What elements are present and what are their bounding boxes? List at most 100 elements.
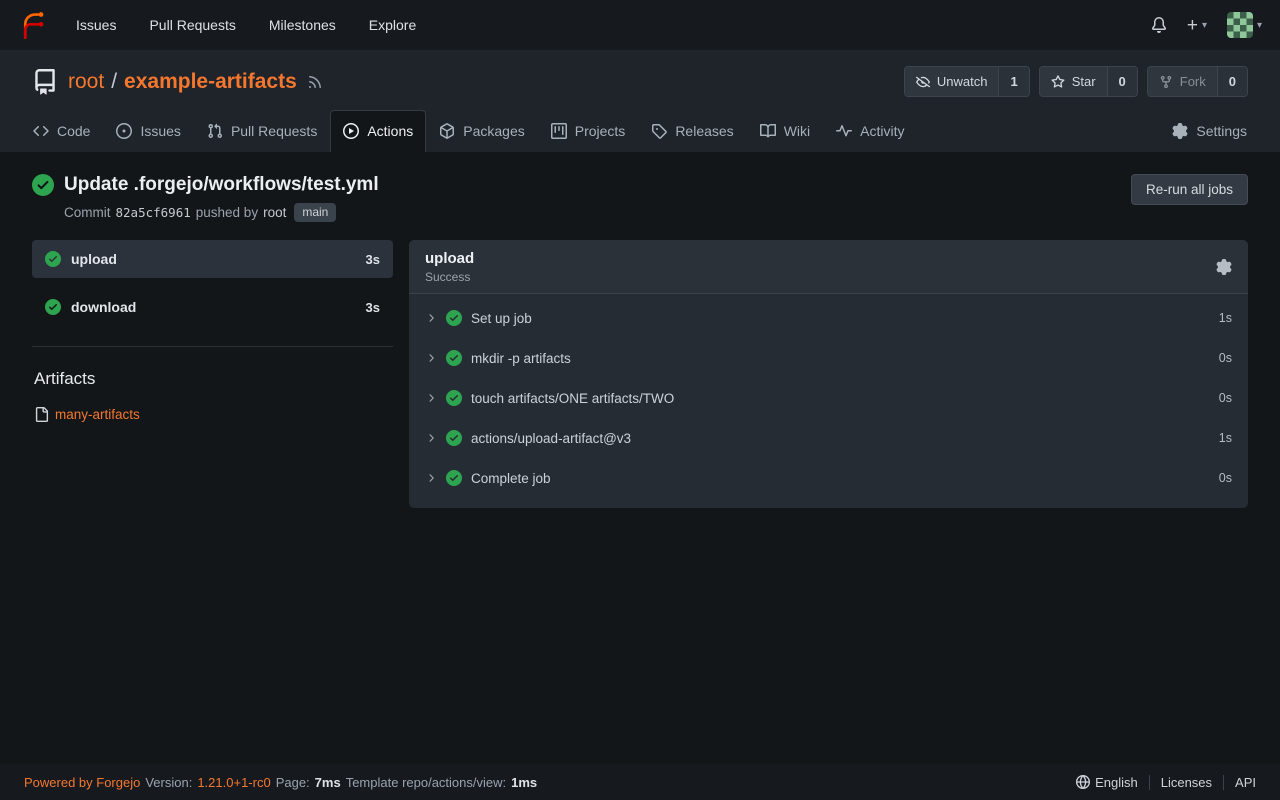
api-link[interactable]: API <box>1223 775 1256 790</box>
tab-label: Pull Requests <box>231 123 317 139</box>
tab-pull-requests[interactable]: Pull Requests <box>194 110 330 152</box>
chevron-right-icon <box>425 312 437 324</box>
stars-count[interactable]: 0 <box>1107 67 1137 96</box>
star-icon <box>1051 75 1065 89</box>
job-item-download[interactable]: download 3s <box>32 288 393 326</box>
fork-button-group: Fork 0 <box>1147 66 1248 97</box>
tab-label: Settings <box>1196 123 1247 139</box>
footer-left: Powered by Forgejo Version: 1.21.0+1-rc0… <box>24 775 537 790</box>
job-name: upload <box>71 251 117 267</box>
language-selector[interactable]: English <box>1065 775 1149 790</box>
step-name: Set up job <box>471 311 532 326</box>
tab-code[interactable]: Code <box>20 110 103 152</box>
tab-label: Code <box>57 123 90 139</box>
tab-label: Packages <box>463 123 524 139</box>
footer-right: English Licenses API <box>1065 775 1256 790</box>
branch-badge[interactable]: main <box>294 203 336 222</box>
pushed-by-label: pushed by <box>196 205 258 220</box>
step-row-touch[interactable]: touch artifacts/ONE artifacts/TWO 0s <box>409 378 1248 418</box>
tab-issues[interactable]: Issues <box>103 110 193 152</box>
commit-sha-link[interactable]: 82a5cf6961 <box>116 205 191 220</box>
user-menu[interactable]: ▾ <box>1227 12 1262 38</box>
step-name: actions/upload-artifact@v3 <box>471 431 631 446</box>
repo-name-link[interactable]: example-artifacts <box>124 70 297 94</box>
plus-icon: + <box>1187 16 1198 35</box>
fork-button[interactable]: Fork <box>1148 67 1217 96</box>
play-circle-icon <box>343 123 359 139</box>
success-check-icon <box>446 430 462 446</box>
step-duration: 1s <box>1219 311 1232 325</box>
step-row-setup-job[interactable]: Set up job 1s <box>409 298 1248 338</box>
version-link[interactable]: 1.21.0+1-rc0 <box>197 775 270 790</box>
licenses-link[interactable]: Licenses <box>1149 775 1223 790</box>
avatar <box>1227 12 1253 38</box>
issue-icon <box>116 123 132 139</box>
powered-by-link[interactable]: Powered by Forgejo <box>24 775 140 790</box>
fork-label: Fork <box>1180 74 1206 89</box>
version-label: Version: <box>145 775 192 790</box>
star-button[interactable]: Star <box>1040 67 1107 96</box>
tab-label: Actions <box>367 123 413 139</box>
forgejo-logo[interactable] <box>18 10 48 40</box>
forgejo-logo-icon <box>18 10 48 40</box>
job-sidebar: upload 3s download 3s Artifacts many-art… <box>32 240 393 422</box>
breadcrumb-separator: / <box>111 70 117 94</box>
rerun-all-jobs-button[interactable]: Re-run all jobs <box>1131 174 1248 205</box>
success-check-icon <box>446 350 462 366</box>
unwatch-button[interactable]: Unwatch <box>905 67 999 96</box>
tab-activity[interactable]: Activity <box>823 110 917 152</box>
tab-actions[interactable]: Actions <box>330 110 426 152</box>
rss-feed-button[interactable] <box>307 74 323 90</box>
job-name: download <box>71 299 136 315</box>
pusher-link[interactable]: root <box>263 205 286 220</box>
bell-icon <box>1151 17 1167 33</box>
chevron-down-icon: ▾ <box>1257 20 1262 31</box>
watch-button-group: Unwatch 1 <box>904 66 1030 97</box>
step-row-upload-artifact[interactable]: actions/upload-artifact@v3 1s <box>409 418 1248 458</box>
step-row-complete-job[interactable]: Complete job 0s <box>409 458 1248 498</box>
create-new-button[interactable]: + ▾ <box>1187 16 1207 35</box>
tab-releases[interactable]: Releases <box>638 110 746 152</box>
pull-request-icon <box>207 123 223 139</box>
pulse-icon <box>836 123 852 139</box>
chevron-right-icon <box>425 392 437 404</box>
step-list: Set up job 1s mkdir -p artifacts 0s touc… <box>409 294 1248 508</box>
job-item-upload[interactable]: upload 3s <box>32 240 393 278</box>
artifact-download-link[interactable]: many-artifacts <box>55 407 140 422</box>
nav-explore[interactable]: Explore <box>369 17 416 33</box>
page-time-label: Page: <box>276 775 310 790</box>
nav-pull-requests[interactable]: Pull Requests <box>149 17 235 33</box>
success-check-icon <box>45 299 61 315</box>
template-time-value: 1ms <box>511 775 537 790</box>
job-detail-header: upload Success <box>409 240 1248 294</box>
run-title-block: Update .forgejo/workflows/test.yml Commi… <box>32 174 379 222</box>
nav-milestones[interactable]: Milestones <box>269 17 336 33</box>
tab-settings[interactable]: Settings <box>1159 110 1260 152</box>
project-icon <box>551 123 567 139</box>
navbar-right: + ▾ ▾ <box>1151 12 1262 38</box>
notifications-button[interactable] <box>1151 17 1167 33</box>
watchers-count[interactable]: 1 <box>998 67 1028 96</box>
commit-line: Commit 82a5cf6961 pushed by root main <box>64 203 379 222</box>
job-duration: 3s <box>366 252 380 267</box>
tab-packages[interactable]: Packages <box>426 110 537 152</box>
tab-label: Projects <box>575 123 626 139</box>
job-options-button[interactable] <box>1216 259 1232 275</box>
tab-label: Releases <box>675 123 733 139</box>
chevron-right-icon <box>425 472 437 484</box>
repo-owner-link[interactable]: root <box>68 70 104 94</box>
tab-projects[interactable]: Projects <box>538 110 639 152</box>
nav-issues[interactable]: Issues <box>76 17 116 33</box>
step-row-mkdir[interactable]: mkdir -p artifacts 0s <box>409 338 1248 378</box>
job-detail-title: upload <box>425 250 474 267</box>
repo-action-buttons: Unwatch 1 Star 0 Fork 0 <box>904 66 1248 97</box>
commit-label: Commit <box>64 205 111 220</box>
eye-off-icon <box>916 75 930 89</box>
top-navbar: Issues Pull Requests Milestones Explore … <box>0 0 1280 50</box>
tab-label: Issues <box>140 123 180 139</box>
tab-wiki[interactable]: Wiki <box>747 110 823 152</box>
run-header: Update .forgejo/workflows/test.yml Commi… <box>32 174 1248 222</box>
forks-count[interactable]: 0 <box>1217 67 1247 96</box>
run-body: upload 3s download 3s Artifacts many-art… <box>32 240 1248 508</box>
step-duration: 0s <box>1219 351 1232 365</box>
